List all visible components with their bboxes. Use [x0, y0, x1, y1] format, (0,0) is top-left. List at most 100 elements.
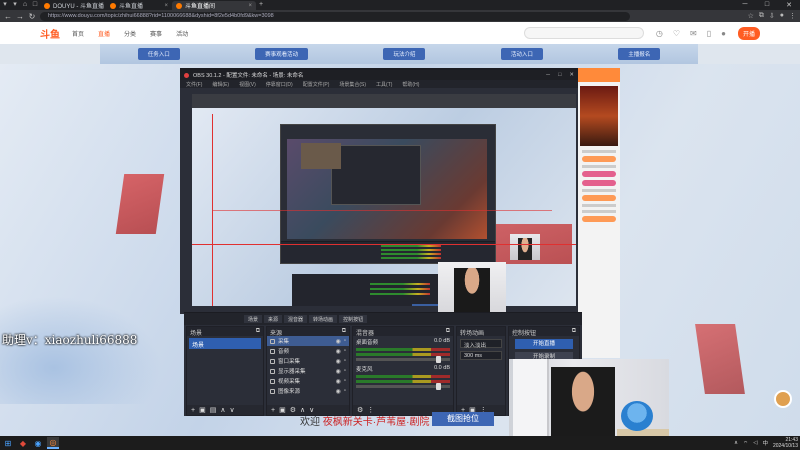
- activity-tab[interactable]: 玩法介绍: [383, 48, 426, 60]
- lock-icon[interactable]: ▫: [344, 388, 346, 394]
- obs-menu-item[interactable]: 文件(F): [186, 81, 202, 88]
- volume-icon[interactable]: ◁: [753, 440, 757, 446]
- obs-menu-item[interactable]: 编辑(E): [212, 81, 229, 88]
- nav-item[interactable]: 赛事: [150, 29, 162, 38]
- browser-app-icon[interactable]: ◉: [32, 437, 44, 449]
- maximize-icon[interactable]: □: [756, 1, 778, 9]
- eye-icon[interactable]: ◉: [336, 358, 341, 365]
- tray-up-icon[interactable]: ∧: [734, 440, 738, 446]
- nav-item[interactable]: 分类: [124, 29, 136, 38]
- url-input[interactable]: https://www.douyu.com/topic/zhihui66888?…: [40, 11, 630, 21]
- new-tab-icon[interactable]: +: [256, 0, 266, 10]
- close-icon[interactable]: ✕: [569, 72, 574, 78]
- add-icon[interactable]: +: [271, 407, 275, 414]
- clock[interactable]: 21:43 2024/10/13: [773, 437, 798, 449]
- tab-close-icon[interactable]: ×: [164, 3, 168, 9]
- activity-tab[interactable]: 任务入口: [137, 48, 180, 60]
- gear-icon[interactable]: ⚙: [290, 406, 296, 414]
- tab-close-icon[interactable]: ×: [248, 3, 252, 9]
- nav-item[interactable]: 活动: [176, 29, 188, 38]
- source-item[interactable]: 音频 ◉ ▫: [267, 346, 349, 356]
- maximize-icon[interactable]: □: [558, 72, 561, 78]
- more-icon[interactable]: ⋮: [789, 12, 796, 20]
- activity-tab[interactable]: 主播报名: [618, 48, 661, 60]
- start-icon[interactable]: ⊞: [2, 437, 14, 449]
- star-icon[interactable]: ☆: [748, 12, 754, 20]
- obs-menu-item[interactable]: 工具(T): [376, 81, 392, 88]
- eye-icon[interactable]: ◉: [336, 368, 341, 375]
- download-app-icon[interactable]: ▯: [707, 29, 711, 38]
- scene-item[interactable]: 场景: [189, 338, 261, 349]
- nav-item[interactable]: 首页: [72, 29, 84, 38]
- obs-menu-item[interactable]: 视图(V): [239, 81, 256, 88]
- side-banner-image[interactable]: [580, 86, 618, 146]
- obs-dock-tab[interactable]: 场景: [244, 315, 263, 323]
- dock-float-icon[interactable]: ⧉: [572, 328, 576, 335]
- obs-app-icon[interactable]: ◎: [47, 437, 59, 449]
- obs-menu-item[interactable]: 帮助(H): [402, 81, 419, 88]
- remove-icon[interactable]: ▣: [199, 406, 206, 414]
- app-icon[interactable]: ◆: [17, 437, 29, 449]
- download-icon[interactable]: ⇩: [769, 12, 775, 20]
- input-language[interactable]: 中: [762, 439, 768, 447]
- tab-menu-icon[interactable]: ▾: [0, 0, 10, 10]
- lock-icon[interactable]: ▫: [344, 368, 346, 374]
- floating-avatar-icon[interactable]: [774, 390, 792, 408]
- obs-dock-tab[interactable]: 混音器: [284, 315, 308, 323]
- minimize-icon[interactable]: ─: [546, 72, 550, 78]
- extensions-icon[interactable]: ⧉: [759, 12, 764, 20]
- account-icon[interactable]: ●: [780, 12, 784, 20]
- dock-float-icon[interactable]: ⧉: [256, 328, 260, 335]
- volume-slider[interactable]: [356, 383, 450, 390]
- network-icon[interactable]: ⌔: [743, 440, 748, 447]
- screenshot-grab-button[interactable]: 截图抢位: [432, 412, 494, 426]
- user-avatar[interactable]: ●: [721, 29, 726, 38]
- minimize-icon[interactable]: ─: [734, 1, 756, 9]
- follow-icon[interactable]: ♡: [673, 29, 680, 38]
- activity-tab[interactable]: 赛事观看活动: [255, 48, 309, 60]
- source-item[interactable]: 窗口采集 ◉ ▫: [267, 356, 349, 366]
- tab-search-icon[interactable]: ⌂: [20, 0, 30, 10]
- transition-select[interactable]: 淡入淡出: [460, 339, 502, 349]
- source-item[interactable]: 视频采集 ◉ ▫: [267, 376, 349, 386]
- add-icon[interactable]: +: [191, 407, 195, 414]
- filter-icon[interactable]: ▤: [210, 406, 217, 414]
- open-live-button[interactable]: 开播: [737, 26, 760, 40]
- obs-menu-item[interactable]: 停靠窗口(D): [266, 81, 293, 88]
- obs-menu-item[interactable]: 配置文件(P): [303, 81, 330, 88]
- obs-menu-item[interactable]: 场景集合(S): [339, 81, 366, 88]
- profile-icon[interactable]: ▾: [10, 0, 20, 10]
- nav-item[interactable]: 直播: [98, 29, 110, 38]
- douyu-logo[interactable]: 斗鱼: [40, 26, 60, 41]
- eye-icon[interactable]: ◉: [336, 348, 341, 355]
- source-item[interactable]: 采集 ◉ ▫: [267, 336, 349, 346]
- obs-dock-tab[interactable]: 控制按钮: [339, 315, 368, 323]
- history-icon[interactable]: ◷: [656, 29, 663, 38]
- lock-icon[interactable]: ▫: [344, 338, 346, 344]
- transition-duration[interactable]: 300 ms: [460, 351, 502, 360]
- remove-icon[interactable]: ▣: [279, 406, 286, 414]
- source-item[interactable]: 显示器采集 ◉ ▫: [267, 366, 349, 376]
- obs-dock-tab[interactable]: 来源: [264, 315, 283, 323]
- dock-float-icon[interactable]: ⧉: [342, 328, 346, 335]
- back-icon[interactable]: ←: [4, 12, 12, 21]
- lock-icon[interactable]: ▫: [344, 378, 346, 384]
- eye-icon[interactable]: ◉: [336, 378, 341, 385]
- pin-icon[interactable]: □: [30, 0, 40, 10]
- message-icon[interactable]: ✉: [690, 29, 697, 38]
- eye-icon[interactable]: ◉: [336, 388, 341, 395]
- obs-preview[interactable]: [192, 94, 576, 306]
- search-input[interactable]: [523, 27, 644, 39]
- close-icon[interactable]: ✕: [778, 1, 800, 9]
- forward-icon[interactable]: →: [16, 12, 24, 21]
- browser-tab-active[interactable]: 斗鱼直播间 ×: [172, 1, 256, 10]
- reload-icon[interactable]: ↻: [28, 12, 36, 21]
- activity-tab[interactable]: 活动入口: [500, 48, 543, 60]
- eye-icon[interactable]: ◉: [336, 338, 341, 345]
- obs-dock-tab[interactable]: 转场动画: [309, 315, 338, 323]
- move-up-icon[interactable]: ∧: [220, 406, 225, 414]
- dock-float-icon[interactable]: ⧉: [446, 328, 450, 335]
- volume-slider[interactable]: [356, 356, 450, 363]
- start-streaming-button[interactable]: 开始直播: [515, 339, 573, 349]
- source-item[interactable]: 图像来源 ◉ ▫: [267, 386, 349, 396]
